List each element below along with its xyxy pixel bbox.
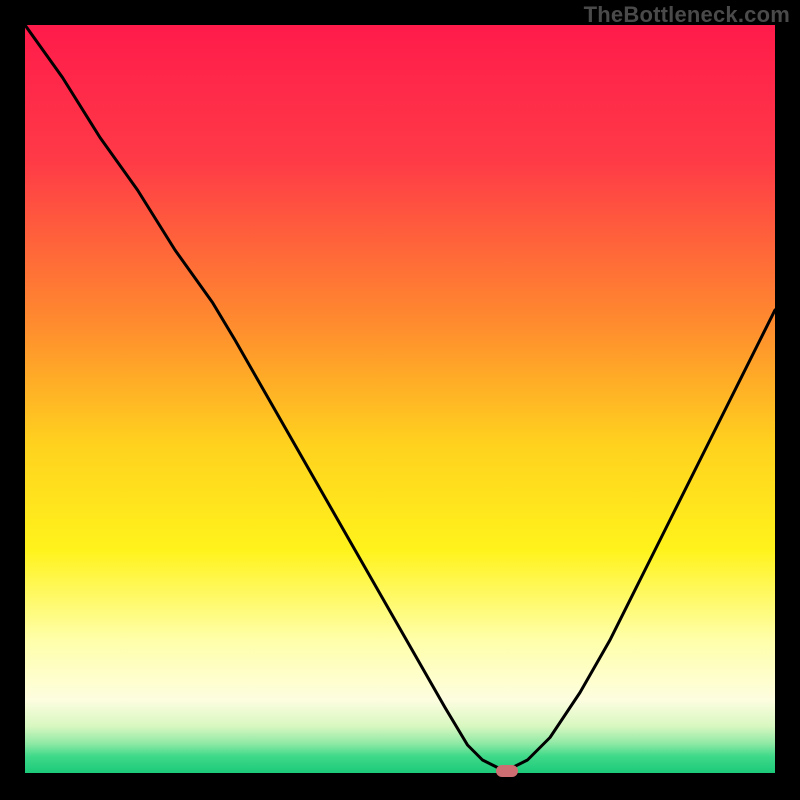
bottleneck-plot-svg [25, 25, 775, 775]
selected-point-marker [496, 765, 518, 777]
chart-frame: TheBottleneck.com [0, 0, 800, 800]
watermark-text: TheBottleneck.com [584, 2, 790, 28]
plot-area [25, 25, 775, 775]
gradient-background [25, 25, 775, 775]
